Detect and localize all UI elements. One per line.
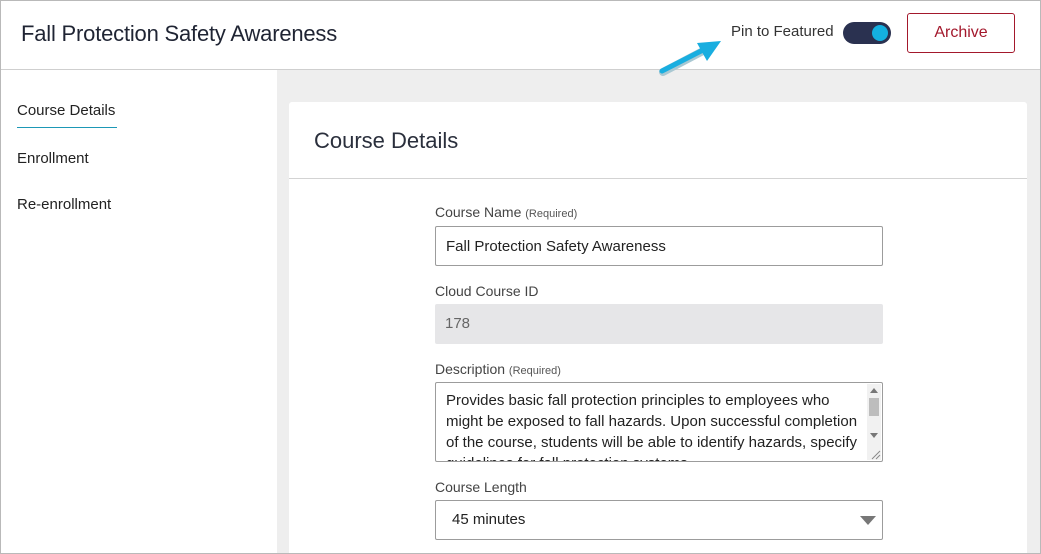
page-title: Fall Protection Safety Awareness — [21, 21, 338, 46]
page-header: Fall Protection Safety Awareness Pin to … — [1, 1, 1040, 76]
card-header: Course Details — [289, 102, 1027, 179]
caret-down-icon — [860, 516, 876, 525]
sidebar-item-enrollment[interactable]: Enrollment — [17, 150, 89, 175]
pin-to-featured-label: Pin to Featured — [731, 23, 834, 40]
toggle-knob — [872, 25, 888, 41]
annotation-arrow-icon — [659, 41, 721, 76]
app-window: Fall Protection Safety Awareness Pin to … — [0, 0, 1041, 554]
description-textarea[interactable]: Provides basic fall protection principle… — [435, 382, 883, 462]
course-length-label: Course Length — [435, 479, 527, 495]
course-name-label: Course Name (Required) — [435, 204, 577, 220]
description-text: Provides basic fall protection principle… — [446, 392, 858, 461]
cloud-course-id-label: Cloud Course ID — [435, 283, 539, 299]
sidebar-nav: Course Details Enrollment Re-enrollment — [1, 70, 277, 553]
course-name-input[interactable] — [435, 226, 883, 266]
scroll-up-icon[interactable] — [870, 388, 878, 393]
course-name-label-text: Course Name — [435, 204, 522, 220]
cloud-course-id-field: 178 — [435, 304, 883, 344]
description-label: Description (Required) — [435, 361, 561, 377]
sidebar-item-re-enrollment[interactable]: Re-enrollment — [17, 196, 111, 221]
resize-grip-icon[interactable] — [869, 448, 881, 460]
required-note: (Required) — [525, 208, 578, 220]
course-details-card: Course Details Course Name (Required) Cl… — [289, 102, 1027, 553]
course-length-select[interactable]: 45 minutes — [435, 500, 883, 540]
description-label-text: Description — [435, 361, 506, 377]
required-note: (Required) — [508, 365, 561, 377]
pin-to-featured-toggle[interactable] — [843, 22, 891, 44]
scroll-down-icon[interactable] — [870, 433, 878, 438]
card-title: Course Details — [314, 128, 459, 153]
archive-button[interactable]: Archive — [907, 13, 1015, 53]
sidebar-item-course-details[interactable]: Course Details — [17, 102, 118, 128]
course-length-value: 45 minutes — [452, 511, 526, 528]
scroll-thumb[interactable] — [869, 398, 879, 416]
